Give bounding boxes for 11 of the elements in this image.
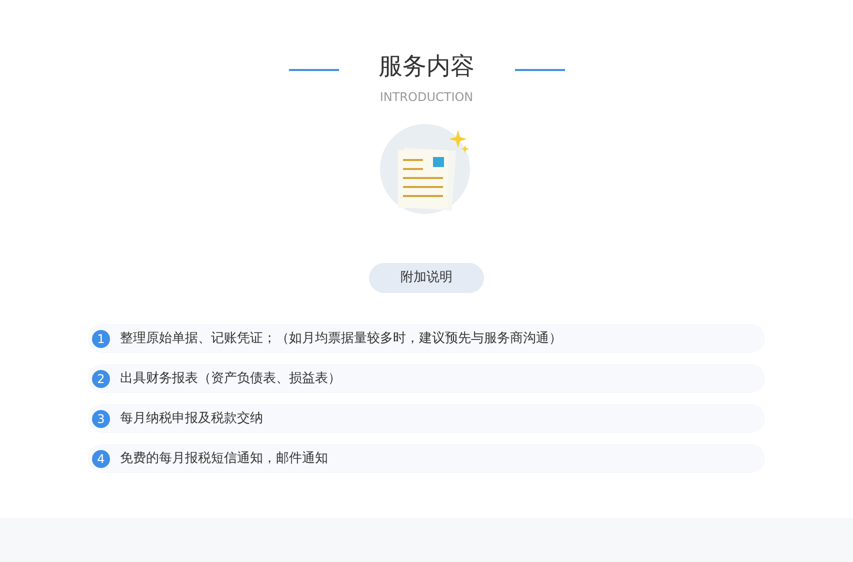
item-text: 免费的每月报税短信通知，邮件通知 xyxy=(120,450,328,468)
item-text: 出具财务报表（资产负债表、损益表） xyxy=(120,370,341,388)
note-button[interactable]: 附加说明 xyxy=(369,263,484,293)
number-badge: 4 xyxy=(92,450,110,468)
number-badge: 1 xyxy=(92,330,110,348)
item-text: 每月纳税申报及税款交纳 xyxy=(120,410,263,428)
item-text: 整理原始单据、记账凭证；（如月均票据量较多时，建议预先与服务商沟通） xyxy=(120,330,562,348)
number-badge: 2 xyxy=(92,370,110,388)
section-subtitle: INTRODUCTION xyxy=(378,89,474,106)
section-title: 服务内容 xyxy=(378,51,474,82)
number-badge: 3 xyxy=(92,410,110,428)
